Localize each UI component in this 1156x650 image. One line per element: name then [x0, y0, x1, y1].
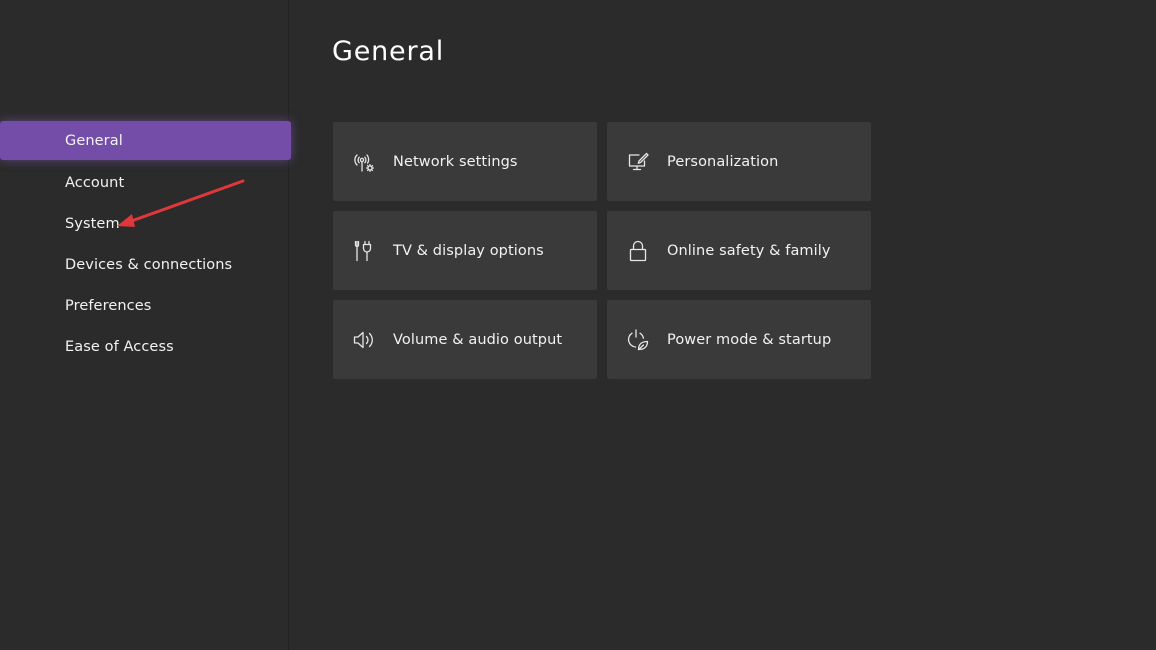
tile-network-settings[interactable]: Network settings	[333, 122, 597, 201]
tile-label: Online safety & family	[667, 242, 831, 259]
sidebar-item-system[interactable]: System	[0, 203, 291, 244]
settings-window: General Account System Devices & connect…	[0, 0, 1156, 650]
page-title: General	[332, 36, 445, 67]
network-settings-icon	[352, 150, 376, 174]
tv-display-icon	[352, 239, 376, 263]
sidebar-item-general[interactable]: General	[0, 121, 291, 160]
sidebar-item-ease-of-access[interactable]: Ease of Access	[0, 326, 291, 367]
sidebar: General Account System Devices & connect…	[0, 0, 291, 650]
sidebar-item-label: General	[65, 132, 123, 149]
sidebar-item-label: Devices & connections	[65, 256, 233, 273]
tile-label: Network settings	[393, 153, 518, 170]
sidebar-item-preferences[interactable]: Preferences	[0, 285, 291, 326]
main-content: General Network settings Personalization…	[290, 0, 1156, 650]
tile-label: TV & display options	[393, 242, 544, 259]
lock-icon	[626, 239, 650, 263]
tile-label: Personalization	[667, 153, 779, 170]
power-leaf-icon	[626, 328, 650, 352]
sidebar-item-label: System	[65, 215, 120, 232]
tile-label: Volume & audio output	[393, 331, 563, 348]
tile-online-safety-family[interactable]: Online safety & family	[607, 211, 871, 290]
sidebar-item-label: Preferences	[65, 297, 152, 314]
sidebar-item-label: Account	[65, 174, 125, 191]
sidebar-nav: General Account System Devices & connect…	[0, 121, 291, 367]
settings-tile-grid: Network settings Personalization TV & di…	[333, 122, 871, 379]
sidebar-item-devices-connections[interactable]: Devices & connections	[0, 244, 291, 285]
speaker-icon	[352, 328, 376, 352]
tile-tv-display-options[interactable]: TV & display options	[333, 211, 597, 290]
sidebar-item-label: Ease of Access	[65, 338, 174, 355]
tile-personalization[interactable]: Personalization	[607, 122, 871, 201]
tile-power-mode-startup[interactable]: Power mode & startup	[607, 300, 871, 379]
sidebar-item-account[interactable]: Account	[0, 162, 291, 203]
tile-label: Power mode & startup	[667, 331, 832, 348]
tile-volume-audio-output[interactable]: Volume & audio output	[333, 300, 597, 379]
personalization-icon	[626, 150, 650, 174]
